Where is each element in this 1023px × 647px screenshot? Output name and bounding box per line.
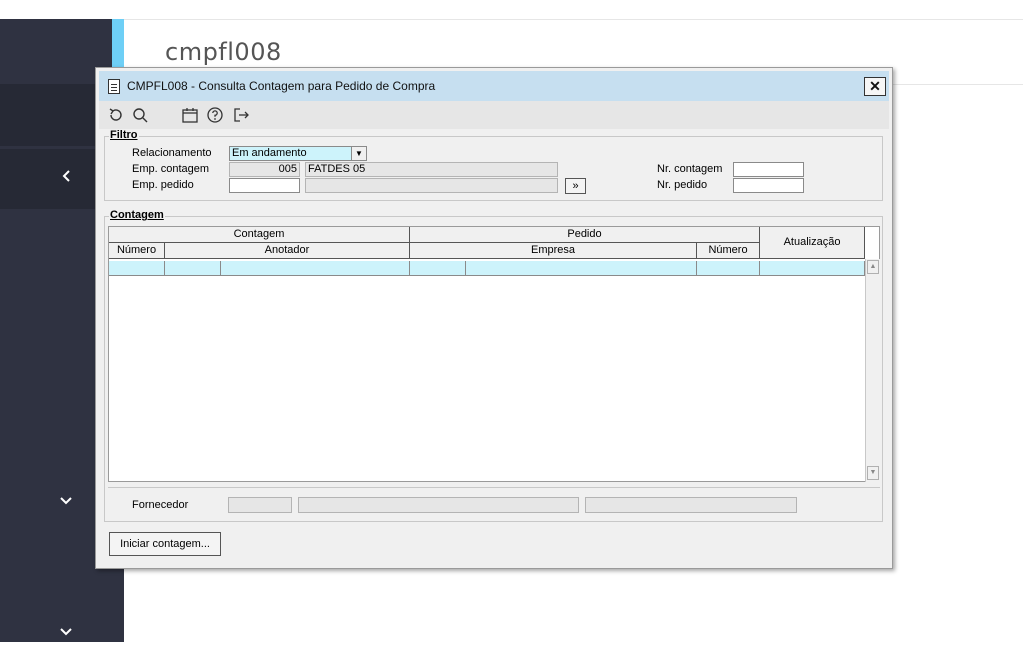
chevron-down-icon[interactable]: ▼	[351, 147, 366, 160]
fornecedor-extra-field	[585, 497, 797, 513]
filtro-group: Filtro Relacionamento Em andamento ▼ Emp…	[104, 129, 883, 201]
contagem-group-label: Contagem	[109, 209, 165, 221]
nr-contagem-input[interactable]	[733, 162, 804, 177]
emp-contagem-label: Emp. contagem	[132, 163, 210, 175]
header-numero[interactable]: Número	[109, 243, 165, 259]
chevron-left-icon[interactable]	[57, 166, 77, 186]
header-pedido[interactable]: Pedido	[410, 227, 760, 243]
dialog-titlebar[interactable]: CMPFL008 - Consulta Contagem para Pedido…	[99, 71, 889, 101]
scroll-down-icon[interactable]: ▼	[867, 466, 879, 480]
table-row-cell[interactable]	[221, 261, 410, 276]
consulta-contagem-dialog: CMPFL008 - Consulta Contagem para Pedido…	[95, 67, 893, 569]
toolbar	[99, 101, 889, 129]
refresh-icon[interactable]	[107, 106, 125, 124]
emp-pedido-lookup-button[interactable]: »	[565, 178, 586, 194]
close-button[interactable]: ✕	[864, 77, 886, 96]
emp-pedido-label: Emp. pedido	[132, 179, 194, 191]
iniciar-contagem-button[interactable]: Iniciar contagem...	[109, 532, 221, 556]
document-icon	[108, 79, 120, 94]
table-row-cell[interactable]	[109, 261, 165, 276]
help-icon[interactable]	[206, 106, 224, 124]
header-empresa[interactable]: Empresa	[410, 243, 697, 259]
divider	[108, 487, 880, 488]
fornecedor-code-field	[228, 497, 292, 513]
table-row-cell[interactable]	[760, 261, 865, 276]
page-title: cmpfl008	[165, 38, 282, 66]
nr-contagem-label: Nr. contagem	[657, 163, 723, 175]
calendar-icon[interactable]	[181, 106, 199, 124]
fornecedor-name-field	[298, 497, 579, 513]
nr-pedido-input[interactable]	[733, 178, 804, 193]
chevron-down-icon[interactable]	[56, 621, 76, 641]
fornecedor-label: Fornecedor	[132, 499, 189, 511]
header-atualizacao[interactable]: Atualização	[760, 227, 865, 259]
grid-vertical-scrollbar[interactable]: ▲ ▼	[865, 259, 880, 482]
header-contagem[interactable]: Contagem	[109, 227, 410, 243]
header-anotador[interactable]: Anotador	[165, 243, 410, 259]
relacionamento-value: Em andamento	[232, 147, 307, 159]
filtro-group-label: Filtro	[109, 129, 139, 141]
table-row-cell[interactable]	[410, 261, 466, 276]
relacionamento-label: Relacionamento	[132, 147, 212, 159]
header-numero-pedido[interactable]: Número	[697, 243, 760, 259]
contagem-grid: Contagem Pedido Atualização Número Anota…	[108, 226, 880, 482]
dialog-title: CMPFL008 - Consulta Contagem para Pedido…	[127, 79, 436, 93]
nr-pedido-label: Nr. pedido	[657, 179, 708, 191]
exit-icon[interactable]	[232, 106, 250, 124]
table-row-cell[interactable]	[697, 261, 760, 276]
table-row-cell[interactable]	[466, 261, 697, 276]
emp-contagem-name-field: FATDES 05	[305, 162, 558, 177]
emp-pedido-name-field	[305, 178, 558, 193]
table-row-cell[interactable]	[165, 261, 221, 276]
scroll-up-icon[interactable]: ▲	[867, 260, 879, 274]
emp-pedido-input[interactable]	[229, 178, 300, 193]
header-divider	[124, 19, 1023, 20]
emp-contagem-code-field: 005	[229, 162, 300, 177]
relacionamento-select[interactable]: Em andamento ▼	[229, 146, 367, 161]
search-icon[interactable]	[131, 106, 149, 124]
chevron-down-icon[interactable]	[56, 490, 76, 510]
